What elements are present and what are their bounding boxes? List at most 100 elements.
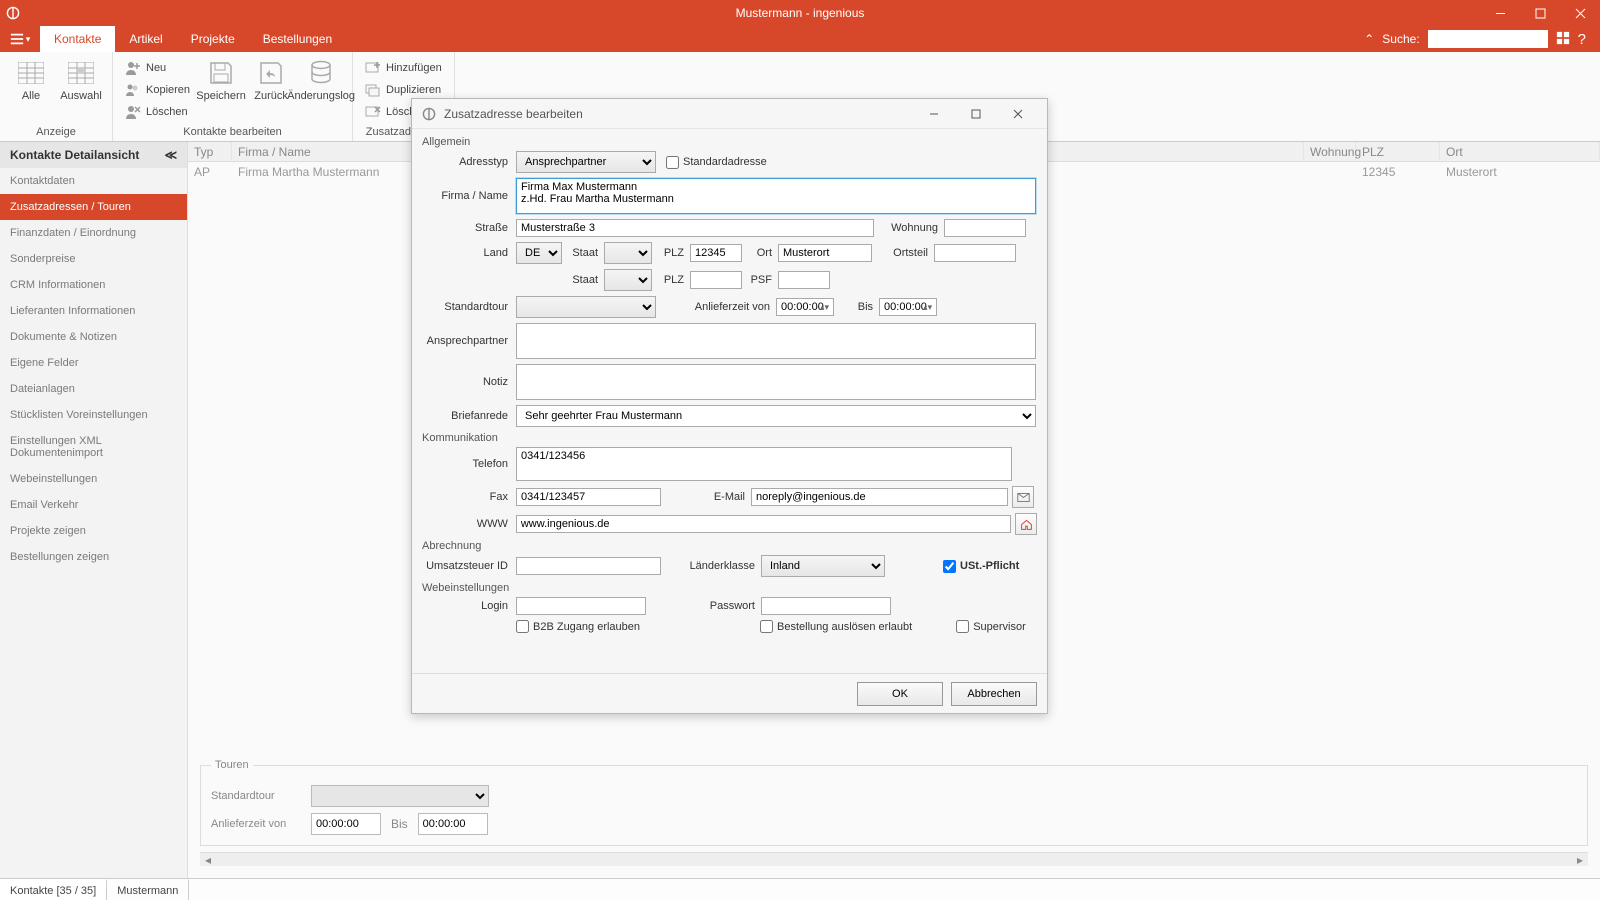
b2b-checkbox[interactable]	[516, 620, 529, 633]
plz-input[interactable]	[690, 244, 742, 262]
firma-name-input[interactable]	[516, 178, 1036, 214]
dialog-logo-icon	[420, 105, 438, 123]
standardadresse-checkbox[interactable]	[666, 156, 679, 169]
www-input[interactable]	[516, 515, 1011, 533]
standardtour-select[interactable]	[311, 785, 489, 807]
supervisor-checkbox[interactable]	[956, 620, 969, 633]
horizontal-scrollbar[interactable]: ◂ ▸	[200, 852, 1588, 866]
notiz-input[interactable]	[516, 364, 1036, 400]
cancel-button[interactable]: Abbrechen	[951, 682, 1037, 706]
dialog-minimize-button[interactable]	[913, 99, 955, 129]
ribbon-collapse-icon[interactable]: ⌃	[1364, 32, 1374, 46]
sidebar-item[interactable]: Kontaktdaten	[0, 168, 187, 194]
dialog-titlebar[interactable]: Zusatzadresse bearbeiten	[412, 99, 1047, 129]
sidebar-item[interactable]: CRM Informationen	[0, 272, 187, 298]
email-send-button[interactable]	[1012, 486, 1034, 508]
card-copy-icon	[365, 82, 381, 98]
app-menu-button[interactable]: ▾	[0, 26, 40, 52]
sidebar-item[interactable]: Stücklisten Voreinstellungen	[0, 402, 187, 428]
sidebar-item[interactable]: Sonderpreise	[0, 246, 187, 272]
bestellung-checkbox[interactable]	[760, 620, 773, 633]
briefanrede-select[interactable]: Sehr geehrter Frau Mustermann	[516, 405, 1036, 427]
ortsteil-input[interactable]	[934, 244, 1016, 262]
sidebar-item[interactable]: Dateianlagen	[0, 376, 187, 402]
sidebar-item[interactable]: Zusatzadressen / Touren	[0, 194, 187, 220]
ustpflicht-checkbox[interactable]	[943, 560, 956, 573]
sidebar-item[interactable]: Eigene Felder	[0, 350, 187, 376]
menu-bar: ▾ Kontakte Artikel Projekte Bestellungen…	[0, 26, 1600, 52]
search-input[interactable]	[1428, 30, 1548, 48]
dialog-maximize-button[interactable]	[955, 99, 997, 129]
sidebar-item[interactable]: Einstellungen XML Dokumentenimport	[0, 428, 187, 466]
anlieferzeit-von-input[interactable]	[311, 813, 381, 835]
fax-input[interactable]	[516, 488, 661, 506]
wohnung-input[interactable]	[944, 219, 1026, 237]
laenderklasse-select[interactable]: Inland	[761, 555, 885, 577]
psf-input[interactable]	[778, 271, 830, 289]
login-input[interactable]	[516, 597, 646, 615]
ort-input[interactable]	[778, 244, 872, 262]
passwort-input[interactable]	[761, 597, 891, 615]
save-icon	[206, 58, 236, 88]
standardtour-dlg-select[interactable]	[516, 296, 656, 318]
undo-icon	[256, 58, 286, 88]
card-delete-icon	[365, 104, 381, 120]
titlebar: Mustermann - ingenious	[0, 0, 1600, 26]
database-icon	[306, 58, 336, 88]
plz2-input[interactable]	[690, 271, 742, 289]
statusbar: Kontakte [35 / 35] Mustermann	[0, 878, 1600, 900]
status-kontakte[interactable]: Kontakte [35 / 35]	[0, 879, 107, 900]
ribbon-hinzufuegen-button[interactable]: Hinzufügen	[361, 58, 446, 78]
person-plus-icon	[125, 60, 141, 76]
ust-input[interactable]	[516, 557, 661, 575]
sidebar-item[interactable]: Dokumente & Notizen	[0, 324, 187, 350]
staat2-select[interactable]	[604, 269, 652, 291]
tab-kontakte[interactable]: Kontakte	[40, 26, 115, 52]
ribbon-loeschen-button[interactable]: Löschen	[121, 102, 194, 122]
sidebar-item[interactable]: Bestellungen zeigen	[0, 544, 187, 570]
sidebar-header: Kontakte Detailansicht ≪	[0, 142, 187, 168]
ok-button[interactable]: OK	[857, 682, 943, 706]
ribbon-neu-button[interactable]: Neu	[121, 58, 194, 78]
ribbon-alle-button[interactable]: Alle	[8, 56, 54, 102]
window-title: Mustermann - ingenious	[736, 6, 865, 20]
adresstyp-select[interactable]: Ansprechpartner	[516, 151, 656, 173]
ansprechpartner-input[interactable]	[516, 323, 1036, 359]
search-options-icon[interactable]	[1556, 31, 1570, 48]
minimize-button[interactable]	[1480, 0, 1520, 26]
status-mustermann[interactable]: Mustermann	[107, 879, 189, 900]
search-label: Suche:	[1382, 32, 1419, 46]
ribbon-kopieren-button[interactable]: Kopieren	[121, 80, 194, 100]
sidebar-item[interactable]: Webeinstellungen	[0, 466, 187, 492]
grid-icon	[16, 58, 46, 88]
touren-panel: Touren Standardtour Anlieferzeit von Bis…	[188, 751, 1600, 878]
telefon-input[interactable]	[516, 447, 1012, 481]
www-open-button[interactable]	[1015, 513, 1037, 535]
ribbon-speichern-button[interactable]: Speichern	[198, 56, 244, 102]
sidebar-item[interactable]: Lieferanten Informationen	[0, 298, 187, 324]
email-input[interactable]	[751, 488, 1008, 506]
tab-projekte[interactable]: Projekte	[177, 26, 249, 52]
grid-select-icon	[66, 58, 96, 88]
sidebar-collapse-icon[interactable]: ≪	[164, 148, 177, 162]
tab-bestellungen[interactable]: Bestellungen	[249, 26, 346, 52]
sidebar-item[interactable]: Email Verkehr	[0, 492, 187, 518]
dialog-zusatzadresse: Zusatzadresse bearbeiten Allgemein Adres…	[411, 98, 1048, 714]
sidebar-item[interactable]: Finanzdaten / Einordnung	[0, 220, 187, 246]
anlieferzeit-bis-input[interactable]	[418, 813, 488, 835]
maximize-button[interactable]	[1520, 0, 1560, 26]
ribbon-aenderungslog-button[interactable]: Änderungslog	[298, 56, 344, 102]
tab-artikel[interactable]: Artikel	[115, 26, 176, 52]
strasse-input[interactable]	[516, 219, 874, 237]
close-button[interactable]	[1560, 0, 1600, 26]
ribbon-auswahl-button[interactable]: Auswahl	[58, 56, 104, 102]
staat-select[interactable]	[604, 242, 652, 264]
person-copy-icon	[125, 82, 141, 98]
help-button[interactable]: ?	[1578, 31, 1586, 48]
dialog-close-button[interactable]	[997, 99, 1039, 129]
sidebar-item[interactable]: Projekte zeigen	[0, 518, 187, 544]
app-logo-icon	[0, 0, 26, 26]
card-plus-icon	[365, 60, 381, 76]
land-select[interactable]: DE	[516, 242, 562, 264]
ribbon-duplizieren-button[interactable]: Duplizieren	[361, 80, 446, 100]
